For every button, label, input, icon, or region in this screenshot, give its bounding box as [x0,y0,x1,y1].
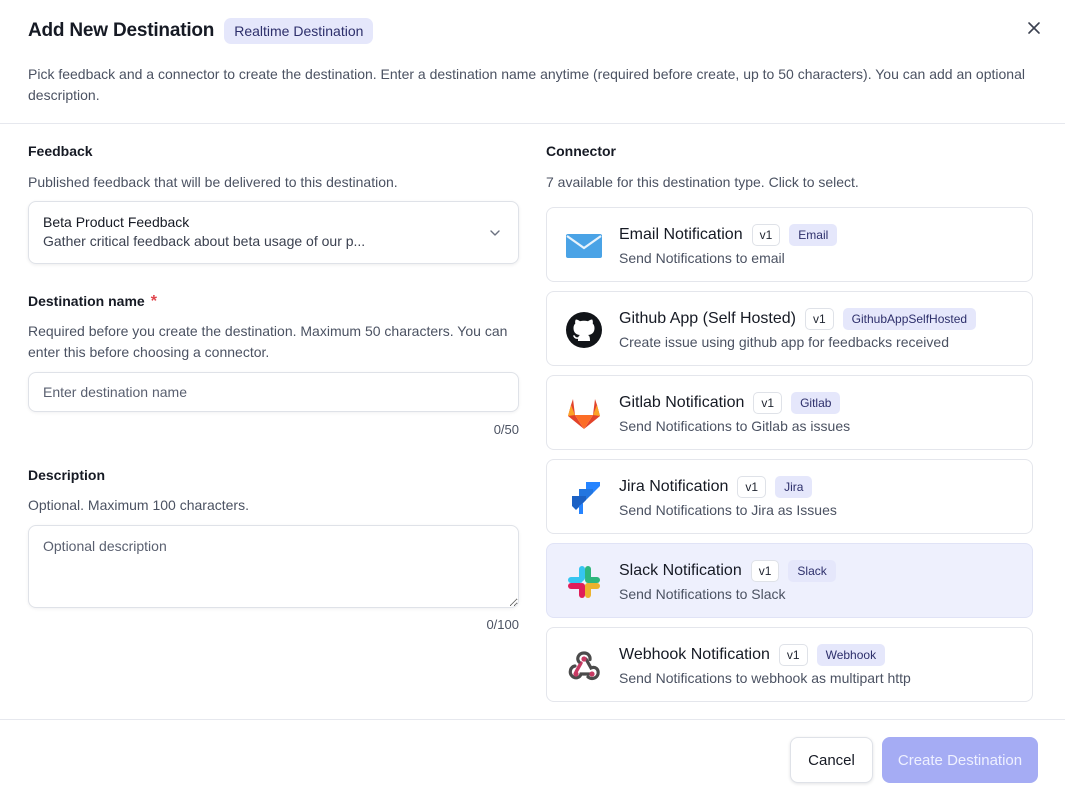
connector-type-chip: Jira [775,476,813,498]
connector-desc: Send Notifications to Gitlab as issues [619,418,851,434]
email-icon [565,227,603,265]
version-badge: v1 [778,644,808,666]
connector-card-jira[interactable]: Jira Notification v1 Jira Send Notificat… [546,459,1033,534]
version-badge: v1 [751,224,781,246]
connector-text: Slack Notification v1 Slack Send Notific… [619,559,836,602]
connector-text: Webhook Notification v1 Webhook Send Not… [619,643,911,686]
connector-type-chip: Email [789,224,838,246]
connector-name: Webhook Notification [619,646,770,663]
description-counter: 0/100 [486,617,519,632]
connector-text: Email Notification v1 Email Send Notific… [619,223,838,266]
connector-title-row: Jira Notification v1 Jira [619,475,837,499]
connector-name: Slack Notification [619,562,742,579]
destination-name-label: Destination name [28,293,145,309]
connector-card-github[interactable]: Github App (Self Hosted) v1 GithubAppSel… [546,291,1033,366]
connector-help: 7 available for this destination type. C… [546,174,859,190]
gitlab-icon [565,395,603,433]
destination-type-badge: Realtime Destination [224,18,374,44]
connector-name: Email Notification [619,226,743,243]
connector-desc: Send Notifications to Jira as Issues [619,502,837,518]
description-label: Description [28,467,106,483]
description-textarea[interactable] [28,525,519,608]
slack-icon [565,563,603,601]
connector-label: Connector [546,143,616,159]
connector-type-chip: Gitlab [791,392,841,414]
connector-text: Jira Notification v1 Jira Send Notificat… [619,475,837,518]
required-marker: * [150,293,157,310]
connector-card-webhook[interactable]: Webhook Notification v1 Webhook Send Not… [546,627,1033,702]
connector-text: Github App (Self Hosted) v1 GithubAppSel… [619,307,977,350]
close-button[interactable] [1023,17,1045,39]
feedback-selected-desc: Gather critical feedback about beta usag… [43,233,366,249]
connector-desc: Send Notifications to webhook as multipa… [619,670,911,686]
feedback-help: Published feedback that will be delivere… [28,174,398,190]
feedback-label: Feedback [28,143,93,159]
github-icon [565,311,603,349]
connector-desc: Create issue using github app for feedba… [619,334,949,350]
title-row: Add New Destination Realtime Destination [28,18,374,44]
create-destination-button[interactable]: Create Destination [882,737,1038,783]
connector-type-chip: Slack [788,560,836,582]
connector-type-chip: Webhook [816,644,886,666]
version-badge: v1 [750,560,780,582]
destination-name-help: Required before you create the destinati… [28,323,508,360]
dialog-header: Add New Destination Realtime Destination… [0,0,1065,124]
destination-name-input[interactable] [28,372,519,412]
connector-title-row: Slack Notification v1 Slack [619,559,836,583]
feedback-select[interactable]: Beta Product Feedback Gather critical fe… [28,201,519,264]
description-help: Optional. Maximum 100 characters. [28,497,249,513]
chevron-down-icon [490,230,500,236]
connector-type-chip: GithubAppSelfHosted [842,308,977,330]
destination-name-label-row: Destination name * [28,293,157,311]
dialog-subtitle: Pick feedback and a connector to create … [28,66,1025,103]
connector-card-gitlab[interactable]: Gitlab Notification v1 Gitlab Send Notif… [546,375,1033,450]
connector-title-row: Email Notification v1 Email [619,223,838,247]
connector-name: Gitlab Notification [619,394,745,411]
connector-card-slack[interactable]: Slack Notification v1 Slack Send Notific… [546,543,1033,618]
connector-title-row: Webhook Notification v1 Webhook [619,643,911,667]
cancel-button[interactable]: Cancel [790,737,873,783]
connector-text: Gitlab Notification v1 Gitlab Send Notif… [619,391,850,434]
version-badge: v1 [804,308,834,330]
dialog-title: Add New Destination [28,20,215,41]
destination-name-counter: 0/50 [493,422,519,437]
jira-icon [565,479,603,517]
connector-title-row: Github App (Self Hosted) v1 GithubAppSel… [619,307,977,331]
version-badge: v1 [753,392,783,414]
connector-name: Jira Notification [619,478,729,495]
feedback-selected-title: Beta Product Feedback [43,214,190,230]
connector-title-row: Gitlab Notification v1 Gitlab [619,391,850,415]
webhook-icon [565,647,603,685]
connector-name: Github App (Self Hosted) [619,310,796,327]
connector-desc: Send Notifications to email [619,250,785,266]
connector-desc: Send Notifications to Slack [619,586,786,602]
connector-card-email[interactable]: Email Notification v1 Email Send Notific… [546,207,1033,282]
version-badge: v1 [737,476,767,498]
close-icon [1028,22,1040,34]
